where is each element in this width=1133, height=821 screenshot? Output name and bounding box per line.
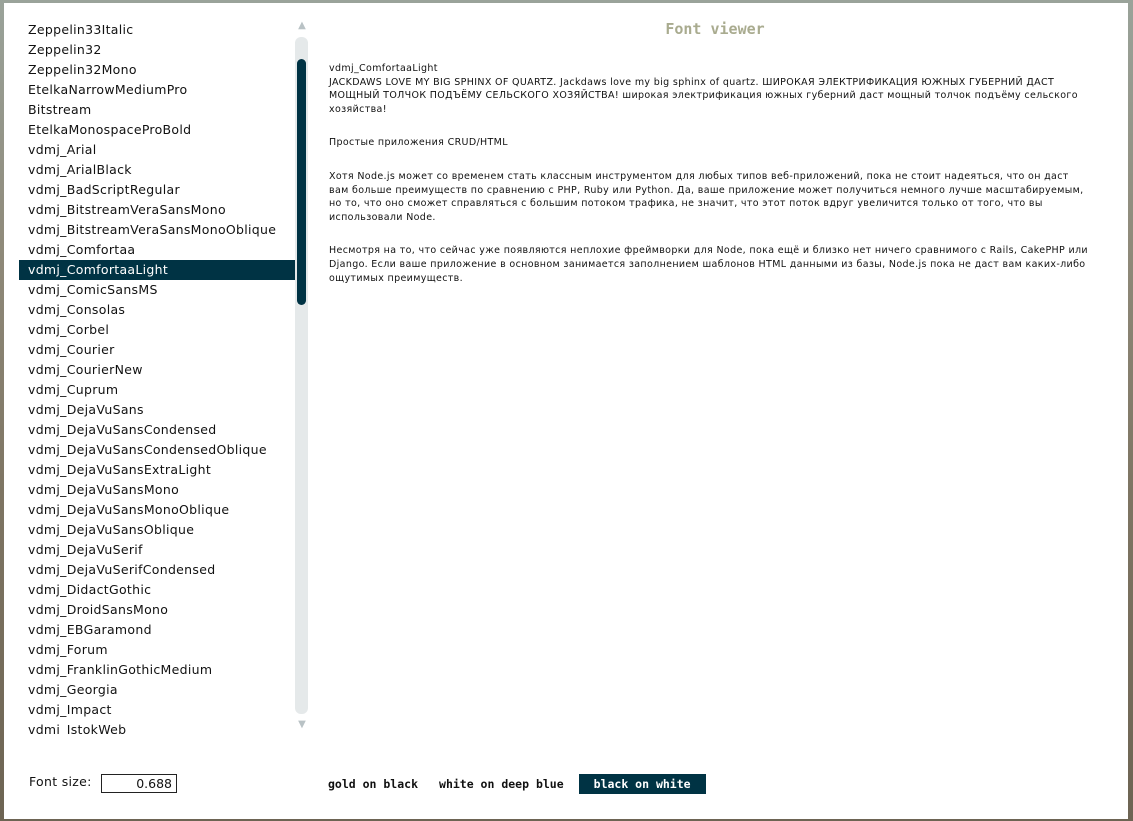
preview-paragraph-1: Хотя Node.js может со временем стать кла… (329, 170, 1084, 223)
theme-button[interactable]: white on deep blue (433, 774, 570, 794)
font-list-item[interactable]: vdmj_Georgia (19, 680, 295, 700)
font-viewer-window: Zeppelin33Italic Zeppelin32 Zeppelin32Mono… (4, 3, 1128, 819)
font-list-item[interactable]: vdmj_FranklinGothicMedium (19, 660, 295, 680)
font-size-label: Font size: (29, 774, 92, 789)
preview-heading: Простые приложения CRUD/HTML (329, 137, 508, 149)
font-list-item[interactable]: vdmj_DejaVuSerif (19, 540, 295, 560)
font-list-items: Zeppelin33Italic Zeppelin32 Zeppelin32Mono… (19, 20, 295, 734)
font-list-item[interactable]: vdmj_DejaVuSansMonoOblique (19, 500, 295, 520)
font-list-item[interactable]: EtelkaMonospaceProBold (19, 120, 295, 140)
theme-button[interactable]: black on white (578, 774, 706, 794)
font-list-item[interactable]: vdmj_DidactGothic (19, 580, 295, 600)
preview-paragraph-2: Несмотря на то, что сейчас уже появляютс… (329, 245, 1088, 284)
font-list-item[interactable]: vdmj_CourierNew (19, 360, 295, 380)
font-list-item[interactable]: vdmj_Courier (19, 340, 295, 360)
font-list-item[interactable]: vdmj_Corbel (19, 320, 295, 340)
font-list-item[interactable]: EtelkaNarrowMediumPro (19, 80, 295, 100)
font-list-item[interactable]: vdmj_DejaVuSansCondensed (19, 420, 295, 440)
font-list[interactable]: Zeppelin33Italic Zeppelin32 Zeppelin32Mono… (19, 20, 295, 734)
font-list-item[interactable]: vdmj_Arial (19, 140, 295, 160)
font-list-item[interactable]: vdmj_DejaVuSansOblique (19, 520, 295, 540)
font-list-item[interactable]: vdmj_DejaVuSans (19, 400, 295, 420)
font-list-item[interactable]: vdmj_Comfortaa (19, 240, 295, 260)
font-list-item[interactable]: vdmj_ComicSansMS (19, 280, 295, 300)
font-list-item[interactable]: vdmj_DejaVuSerifCondensed (19, 560, 295, 580)
scroll-up-icon[interactable]: ▲ (296, 20, 308, 32)
font-list-item[interactable]: vdmj_DejaVuSansCondensedOblique (19, 440, 295, 460)
font-list-item[interactable]: vdmj_DroidSansMono (19, 600, 295, 620)
font-size-input[interactable] (101, 774, 177, 793)
font-list-item[interactable]: vdmj_Cuprum (19, 380, 295, 400)
font-preview: vdmj_ComfortaaLight JACKDAWS LOVE MY BIG… (329, 62, 1091, 305)
font-list-item[interactable]: vdmj_BitstreamVeraSansMonoOblique (19, 220, 295, 240)
theme-switcher: gold on black white on deep blue black on … (322, 774, 706, 794)
preview-font-name: vdmj_ComfortaaLight (329, 63, 438, 74)
font-list-item[interactable]: Zeppelin33Italic (19, 20, 295, 40)
scrollbar-thumb[interactable] (297, 59, 306, 305)
font-list-item[interactable]: vdmj_DejaVuSansMono (19, 480, 295, 500)
font-list-item[interactable]: vdmj_Impact (19, 700, 295, 720)
font-list-item[interactable]: vdmj_Consolas (19, 300, 295, 320)
scroll-down-icon[interactable]: ▼ (296, 719, 308, 731)
viewer-title: Font viewer (665, 20, 765, 38)
font-list-item[interactable]: vdmj_Forum (19, 640, 295, 660)
font-list-item[interactable]: vdmj_BadScriptRegular (19, 180, 295, 200)
theme-button[interactable]: gold on black (322, 774, 424, 794)
font-list-item[interactable]: Zeppelin32Mono (19, 60, 295, 80)
font-list-item[interactable]: Bitstream (19, 100, 295, 120)
font-list-item[interactable]: Zeppelin32 (19, 40, 295, 60)
font-list-item[interactable]: vdmj_IstokWeb (19, 720, 295, 734)
font-list-item[interactable]: vdmj_DejaVuSansExtraLight (19, 460, 295, 480)
preview-pangram: JACKDAWS LOVE MY BIG SPHINX OF QUARTZ. J… (329, 76, 1078, 115)
scrollbar-track[interactable] (295, 37, 308, 714)
font-list-item[interactable]: vdmj_ArialBlack (19, 160, 295, 180)
font-list-item[interactable]: vdmj_ComfortaaLight (19, 260, 295, 280)
font-list-item[interactable]: vdmj_BitstreamVeraSansMono (19, 200, 295, 220)
font-list-item[interactable]: vdmj_EBGaramond (19, 620, 295, 640)
